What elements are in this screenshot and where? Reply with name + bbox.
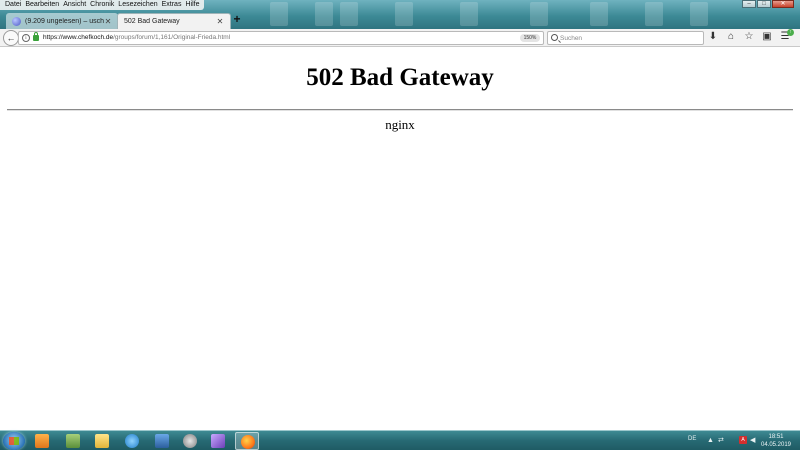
adobe-icon[interactable]: A [739, 436, 747, 444]
maximize-button[interactable]: □ [757, 0, 771, 8]
tab-mail[interactable]: (9.209 ungelesen) – uschisen ✕ [6, 13, 118, 29]
close-window-button[interactable]: ✕ [772, 0, 794, 8]
firefox-taskbar-button[interactable] [235, 432, 259, 450]
sync-icon[interactable]: ⇄ [718, 437, 724, 445]
menu-bookmarks[interactable]: Lesezeichen [116, 0, 159, 10]
arrow-left-icon: ← [6, 33, 16, 43]
url-path: /groups/forum/1,161/Original-Frieda.html [113, 34, 231, 41]
download-icon[interactable]: ⬇ [707, 30, 719, 44]
start-button[interactable] [3, 432, 25, 450]
menu-bar: Datei Bearbeiten Ansicht Chronik Lesezei… [0, 0, 205, 10]
media-player-icon [35, 434, 49, 448]
server-name: nginx [385, 117, 415, 132]
language-indicator[interactable]: DE [688, 436, 696, 442]
search-bar[interactable] [547, 31, 704, 45]
app-taskbar-button[interactable] [178, 432, 202, 450]
menu-history[interactable]: Chronik [88, 0, 116, 10]
info-icon[interactable]: i [22, 34, 30, 42]
ie-taskbar-button[interactable] [120, 432, 144, 450]
explorer-taskbar-button[interactable] [90, 432, 114, 450]
url-text[interactable]: https://www.chefkoch.de/groups/forum/1,1… [43, 32, 230, 44]
url-host: https://www.chefkoch.de [43, 34, 114, 41]
close-icon[interactable]: ✕ [216, 17, 224, 26]
new-tab-button[interactable]: + [231, 12, 243, 26]
internet-explorer-icon [125, 434, 139, 448]
menu-edit[interactable]: Bearbeiten [23, 0, 61, 10]
menu-file[interactable]: Datei [3, 0, 23, 10]
menu-help[interactable]: Hilfe [183, 0, 201, 10]
app-icon [211, 434, 225, 448]
zoom-indicator[interactable]: 150% [520, 34, 540, 42]
bookmark-star-icon[interactable]: ☆ [743, 30, 755, 44]
media-player-taskbar-button[interactable] [30, 432, 54, 450]
tab-label: 502 Bad Gateway [124, 18, 180, 25]
navigation-bar: ← i https://www.chefkoch.de/groups/forum… [0, 29, 800, 47]
clock-date: 04.05.2019 [760, 442, 792, 448]
app-icon [155, 434, 169, 448]
taskbar: DE ▲ ⇄ A ◀ 18:51 04.05.2019 [0, 430, 800, 450]
tab-strip: (9.209 ungelesen) – uschisen ✕ 502 Bad G… [0, 11, 800, 29]
toolbar-icons: ⬇ ⌂ ☆ ▣ ☰ ↑ [707, 29, 794, 44]
tray-expand-icon[interactable]: ▲ [707, 437, 714, 445]
photo-app-taskbar-button[interactable] [61, 432, 85, 450]
firefox-icon [241, 435, 255, 449]
home-icon[interactable]: ⌂ [725, 30, 737, 44]
folder-icon [95, 434, 109, 448]
app-taskbar-button[interactable] [150, 432, 174, 450]
page-content: 502 Bad Gateway nginx [0, 48, 800, 430]
url-bar[interactable]: i https://www.chefkoch.de/groups/forum/1… [18, 31, 555, 45]
lock-icon[interactable] [33, 32, 39, 41]
search-icon [551, 34, 558, 41]
window-controls: – □ ✕ [742, 0, 794, 8]
app-icon [183, 434, 197, 448]
back-button[interactable]: ← [3, 30, 19, 46]
app-taskbar-button[interactable] [206, 432, 230, 450]
clock-time: 18:51 [768, 434, 784, 440]
volume-icon[interactable]: ◀ [750, 437, 755, 445]
system-tray: DE ▲ ⇄ A ◀ 18:51 04.05.2019 [680, 431, 800, 450]
update-badge-icon: ↑ [787, 29, 794, 36]
hamburger-menu-icon[interactable]: ☰ ↑ [779, 29, 794, 44]
mail-favicon-icon [12, 16, 21, 26]
horizontal-rule [7, 109, 793, 111]
close-icon[interactable]: ✕ [104, 17, 112, 26]
search-input[interactable] [560, 33, 700, 43]
photo-app-icon [66, 434, 80, 448]
minimize-button[interactable]: – [742, 0, 756, 8]
clock[interactable]: 18:51 04.05.2019 [758, 433, 794, 449]
library-icon[interactable]: ▣ [761, 30, 773, 44]
window-titlebar: Datei Bearbeiten Ansicht Chronik Lesezei… [0, 0, 800, 29]
menu-tools[interactable]: Extras [160, 0, 184, 10]
menu-view[interactable]: Ansicht [61, 0, 88, 10]
tab-bad-gateway[interactable]: 502 Bad Gateway ✕ [117, 13, 231, 29]
page-title: 502 Bad Gateway [306, 64, 494, 91]
tab-label: (9.209 ungelesen) – uschisen [25, 17, 104, 25]
